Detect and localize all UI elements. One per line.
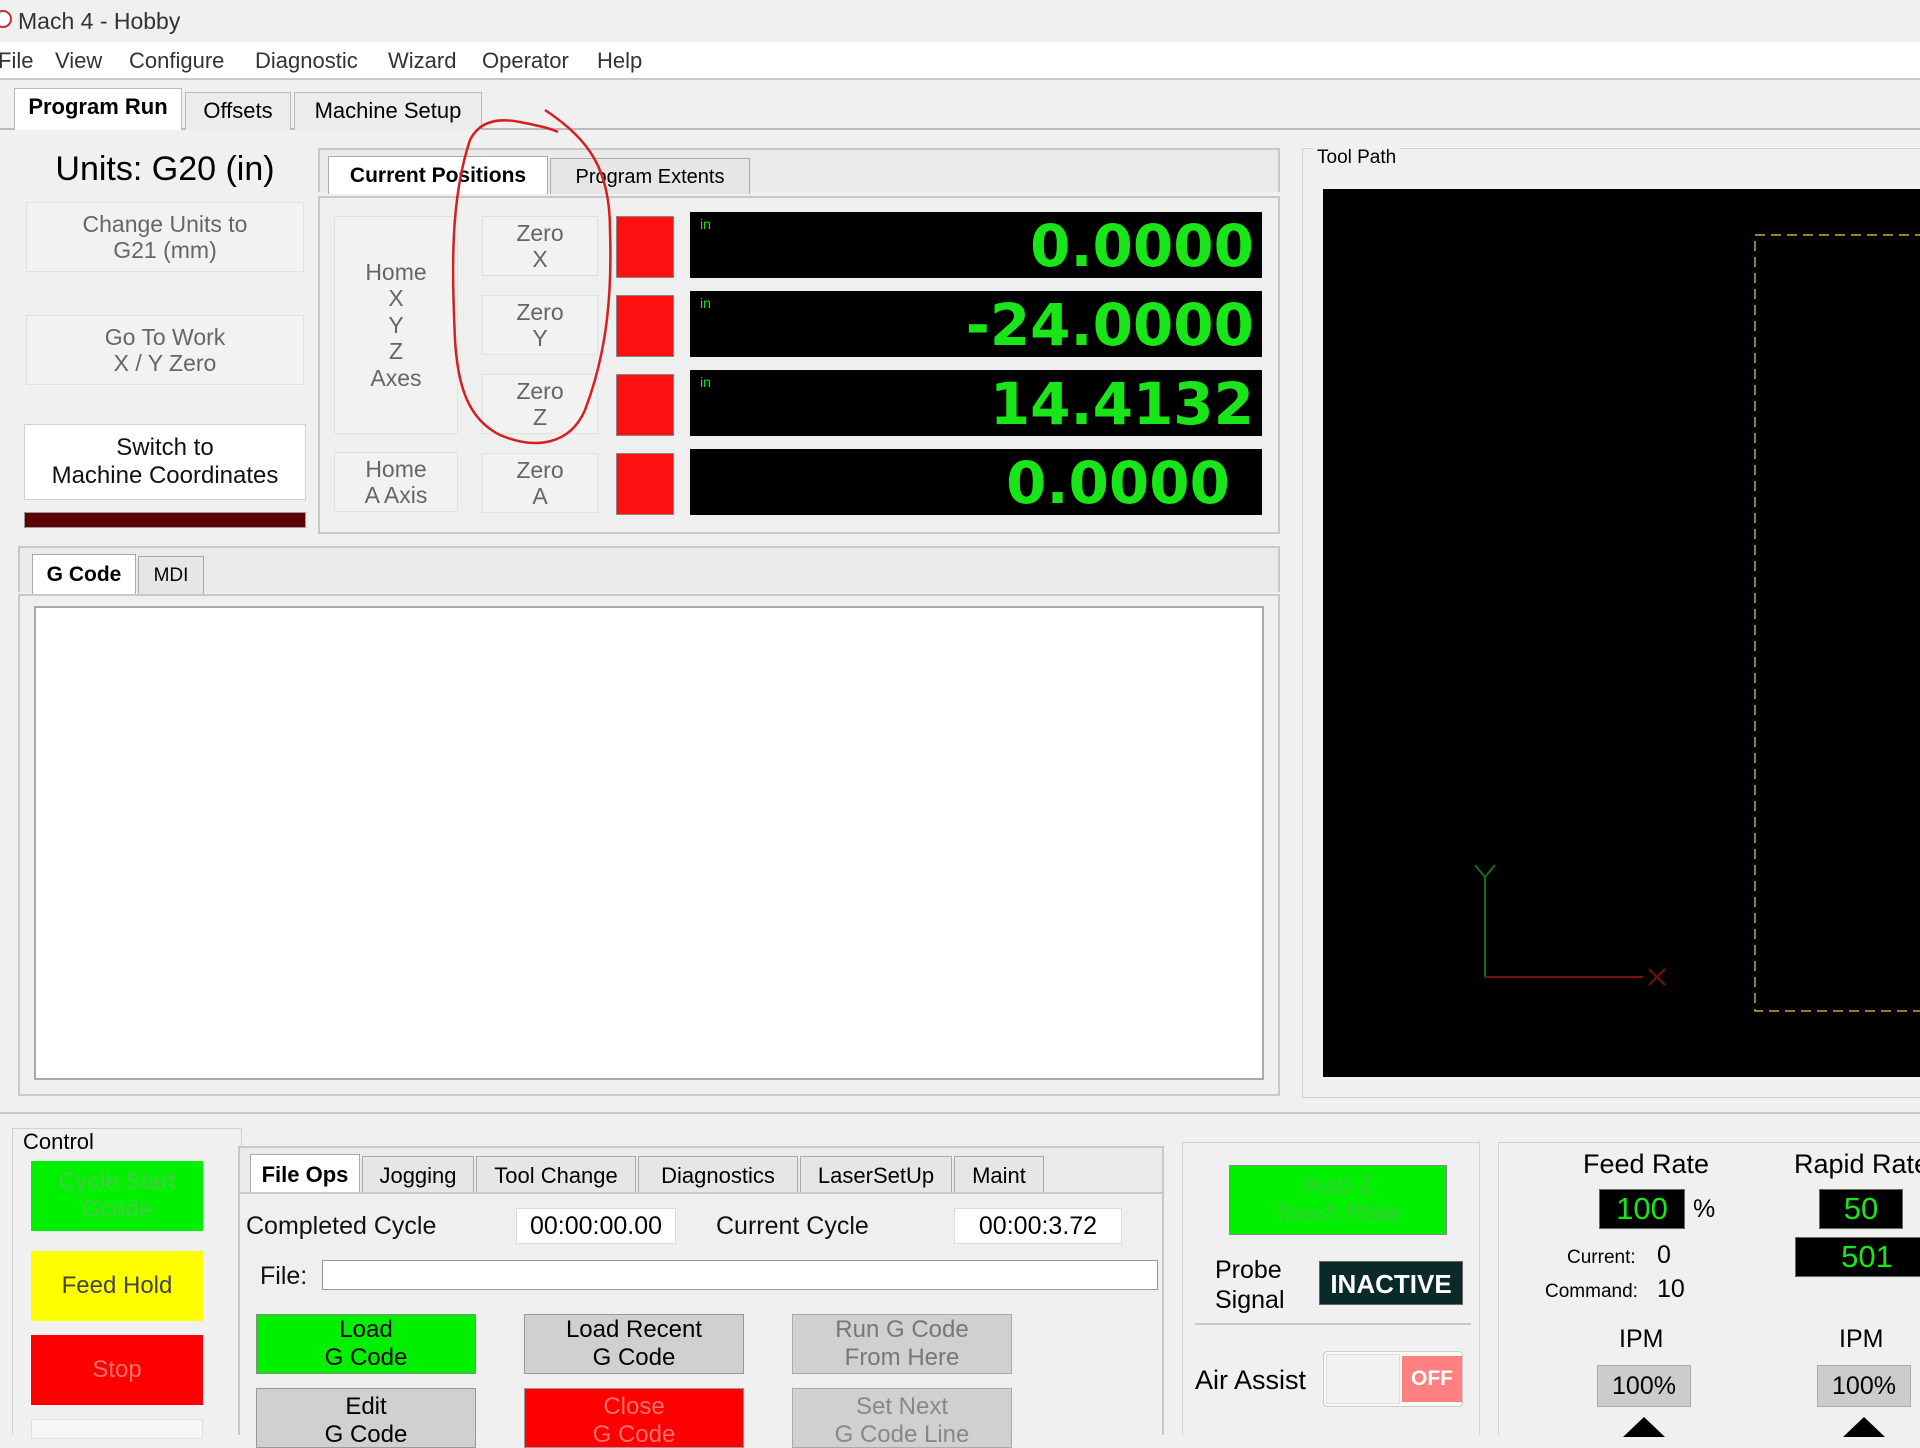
goto-work-zero-button[interactable]: Go To Work X / Y Zero <box>26 315 304 385</box>
edit-gcode-button[interactable]: Edit G Code <box>256 1388 476 1448</box>
x-axis-dro[interactable]: in 0.0000 <box>690 212 1262 278</box>
current-feed-value: 0 <box>1657 1241 1671 1269</box>
y-axis-dro[interactable]: in -24.0000 <box>690 291 1262 357</box>
y-unit: in <box>700 295 711 311</box>
stop-button[interactable]: Stop <box>31 1335 203 1405</box>
control-group: Control Cycle Start Gcode Feed Hold Stop <box>12 1128 242 1439</box>
menu-operator[interactable]: Operator <box>482 48 569 74</box>
air-assist-toggle[interactable]: OFF <box>1323 1351 1463 1407</box>
feed-pct-sign: % <box>1693 1195 1716 1223</box>
rapid-ipm-label: IPM <box>1839 1325 1884 1353</box>
rapid-rate-label: Rapid Rate <box>1794 1149 1920 1179</box>
tab-file-ops[interactable]: File Ops <box>250 1154 360 1194</box>
feed-rate-value[interactable]: 100 <box>1599 1189 1685 1229</box>
tab-diagnostics[interactable]: Diagnostics <box>638 1156 798 1194</box>
z-value: 14.4132 <box>989 370 1254 438</box>
rapid-override-button[interactable]: 100% <box>1817 1365 1911 1407</box>
a-axis-dro[interactable]: 0.0000 <box>690 449 1262 515</box>
feed-override-button[interactable]: 100% <box>1597 1365 1691 1407</box>
menu-file[interactable]: File <box>0 48 33 74</box>
file-label: File: <box>260 1262 308 1290</box>
menu-diagnostic[interactable]: Diagnostic <box>255 48 358 74</box>
feed-rate-group: Feed Rate 100 % Current: 0 Command: 10 I… <box>1498 1142 1920 1437</box>
close-gcode-button[interactable]: Close G Code <box>524 1388 744 1448</box>
toolpath-title: Tool Path <box>1313 147 1401 169</box>
command-feed-value: 10 <box>1657 1275 1685 1303</box>
file-ops-panel: Completed Cycle 00:00:00.00 Current Cycl… <box>238 1192 1164 1448</box>
menu-configure[interactable]: Configure <box>129 48 224 74</box>
load-gcode-button[interactable]: Load G Code <box>256 1314 476 1374</box>
completed-cycle-label: Completed Cycle <box>246 1212 437 1240</box>
current-cycle-label: Current Cycle <box>716 1212 869 1240</box>
gcode-editor[interactable] <box>34 606 1264 1080</box>
tab-offsets[interactable]: Offsets <box>185 92 291 130</box>
run-from-here-button[interactable]: Run G Code From Here <box>792 1314 1012 1374</box>
a-value: 0.0000 <box>1006 449 1230 517</box>
current-feed-label: Current: <box>1567 1247 1636 1268</box>
z-unit: in <box>700 374 711 390</box>
feed-rate-label: Feed Rate <box>1583 1149 1710 1179</box>
x-value: 0.0000 <box>1030 212 1254 280</box>
load-recent-button[interactable]: Load Recent G Code <box>524 1314 744 1374</box>
menu-bar: File View Configure Diagnostic Wizard Op… <box>0 42 1920 80</box>
air-assist-state: OFF <box>1402 1356 1462 1402</box>
change-units-button[interactable]: Change Units to G21 (mm) <box>26 202 304 272</box>
rapid-ipm-value: 501 <box>1795 1237 1920 1277</box>
file-path-field[interactable] <box>322 1260 1158 1290</box>
control-title: Control <box>21 1129 96 1155</box>
z-axis-dro[interactable]: in 14.4132 <box>690 370 1262 436</box>
toolpath-view[interactable] <box>1323 189 1920 1077</box>
gcode-panel <box>18 594 1280 1096</box>
bottom-tab-bar: File Ops Jogging Tool Change Diagnostics… <box>238 1146 1164 1194</box>
coordinates-indicator <box>24 512 306 528</box>
feed-ipm-label: IPM <box>1619 1325 1664 1353</box>
menu-wizard[interactable]: Wizard <box>388 48 456 74</box>
tab-maint[interactable]: Maint <box>954 1156 1044 1194</box>
set-next-line-button[interactable]: Set Next G Code Line <box>792 1388 1012 1448</box>
units-label: Units: G20 (in) <box>55 150 275 188</box>
tab-jogging[interactable]: Jogging <box>362 1156 474 1194</box>
switch-coordinates-button[interactable]: Switch to Machine Coordinates <box>24 424 306 500</box>
feed-up-arrow-icon[interactable] <box>1621 1413 1667 1437</box>
air-assist-toggle-knob <box>1326 1354 1400 1404</box>
probe-signal-label: Probe Signal <box>1215 1256 1285 1314</box>
main-tab-bar: Program Run Offsets Machine Setup <box>0 84 1920 130</box>
x-unit: in <box>700 216 711 232</box>
cycle-start-button[interactable]: Cycle Start Gcode <box>31 1161 203 1231</box>
air-assist-label: Air Assist <box>1195 1365 1307 1395</box>
units-panel: Units: G20 (in) Change Units to G21 (mm)… <box>18 140 312 530</box>
probe-group: Auto Z Touch Plate Probe Signal INACTIVE… <box>1182 1142 1480 1435</box>
annotation-circle <box>451 108 612 445</box>
tab-gcode[interactable]: G Code <box>32 554 136 594</box>
tab-mdi[interactable]: MDI <box>138 556 204 594</box>
probe-status-indicator: INACTIVE <box>1319 1261 1463 1305</box>
menu-help[interactable]: Help <box>597 48 642 74</box>
app-icon <box>0 10 12 28</box>
rapid-up-arrow-icon[interactable] <box>1841 1413 1887 1437</box>
completed-cycle-value: 00:00:00.00 <box>516 1208 676 1244</box>
reset-button[interactable] <box>31 1419 203 1439</box>
window-title: Mach 4 - Hobby <box>18 8 181 34</box>
rapid-rate-value[interactable]: 50 <box>1819 1189 1903 1229</box>
y-value: -24.0000 <box>965 291 1254 359</box>
tab-program-run[interactable]: Program Run <box>14 88 182 130</box>
auto-z-touch-plate-button[interactable]: Auto Z Touch Plate <box>1229 1165 1447 1235</box>
toolpath-group: Tool Path <box>1302 147 1920 1098</box>
tab-tool-change[interactable]: Tool Change <box>476 1156 636 1194</box>
bottom-divider <box>0 1112 1920 1114</box>
gcode-tab-bar: G Code MDI <box>18 546 1280 594</box>
feed-hold-button[interactable]: Feed Hold <box>31 1251 203 1321</box>
menu-view[interactable]: View <box>55 48 102 74</box>
current-cycle-value: 00:00:3.72 <box>954 1208 1122 1244</box>
probe-divider <box>1195 1323 1471 1325</box>
title-bar: Mach 4 - Hobby <box>0 0 1920 42</box>
command-feed-label: Command: <box>1545 1281 1638 1302</box>
tab-laser-setup[interactable]: LaserSetUp <box>800 1156 952 1194</box>
